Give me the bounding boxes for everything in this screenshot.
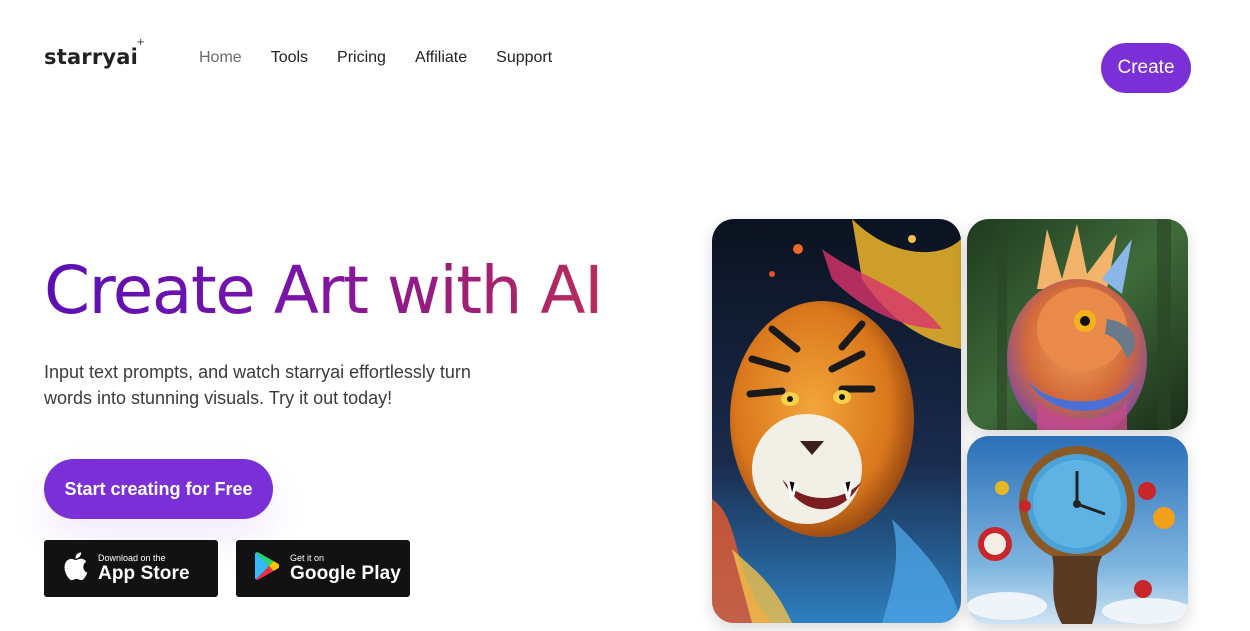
app-store-badge[interactable]: Download on the App Store [44, 540, 218, 597]
google-play-badge[interactable]: Get it on Google Play [236, 540, 410, 597]
bird-artwork-image [967, 219, 1188, 430]
google-play-big-text: Google Play [290, 562, 401, 584]
hero-subtitle: Input text prompts, and watch starryai e… [44, 362, 471, 408]
hero-title: Create Art with AI [44, 252, 604, 329]
tiger-artwork-image [712, 219, 961, 623]
google-play-icon [254, 551, 280, 586]
apple-icon [62, 551, 88, 586]
nav-affiliate[interactable]: Affiliate [415, 49, 467, 67]
create-button[interactable]: Create [1101, 43, 1191, 93]
start-creating-button[interactable]: Start creating for Free [44, 459, 273, 519]
google-play-small-text: Get it on [290, 552, 325, 563]
app-store-big-text: App Store [98, 562, 190, 584]
nav-pricing[interactable]: Pricing [337, 49, 386, 67]
nav-home[interactable]: Home [199, 49, 242, 67]
sparkle-icon: + [136, 37, 146, 48]
melting-clock-artwork-image [967, 436, 1188, 624]
app-store-small-text: Download on the [98, 552, 166, 563]
starryai-logo[interactable]: starryai + [44, 37, 145, 69]
logo-text: starryai [44, 45, 139, 69]
nav-support[interactable]: Support [496, 49, 552, 67]
nav-tools[interactable]: Tools [271, 49, 308, 67]
main-nav: Home Tools Pricing Affiliate Support [199, 49, 581, 67]
landing-page: starryai + Home Tools Pricing Affiliate … [0, 0, 1250, 631]
